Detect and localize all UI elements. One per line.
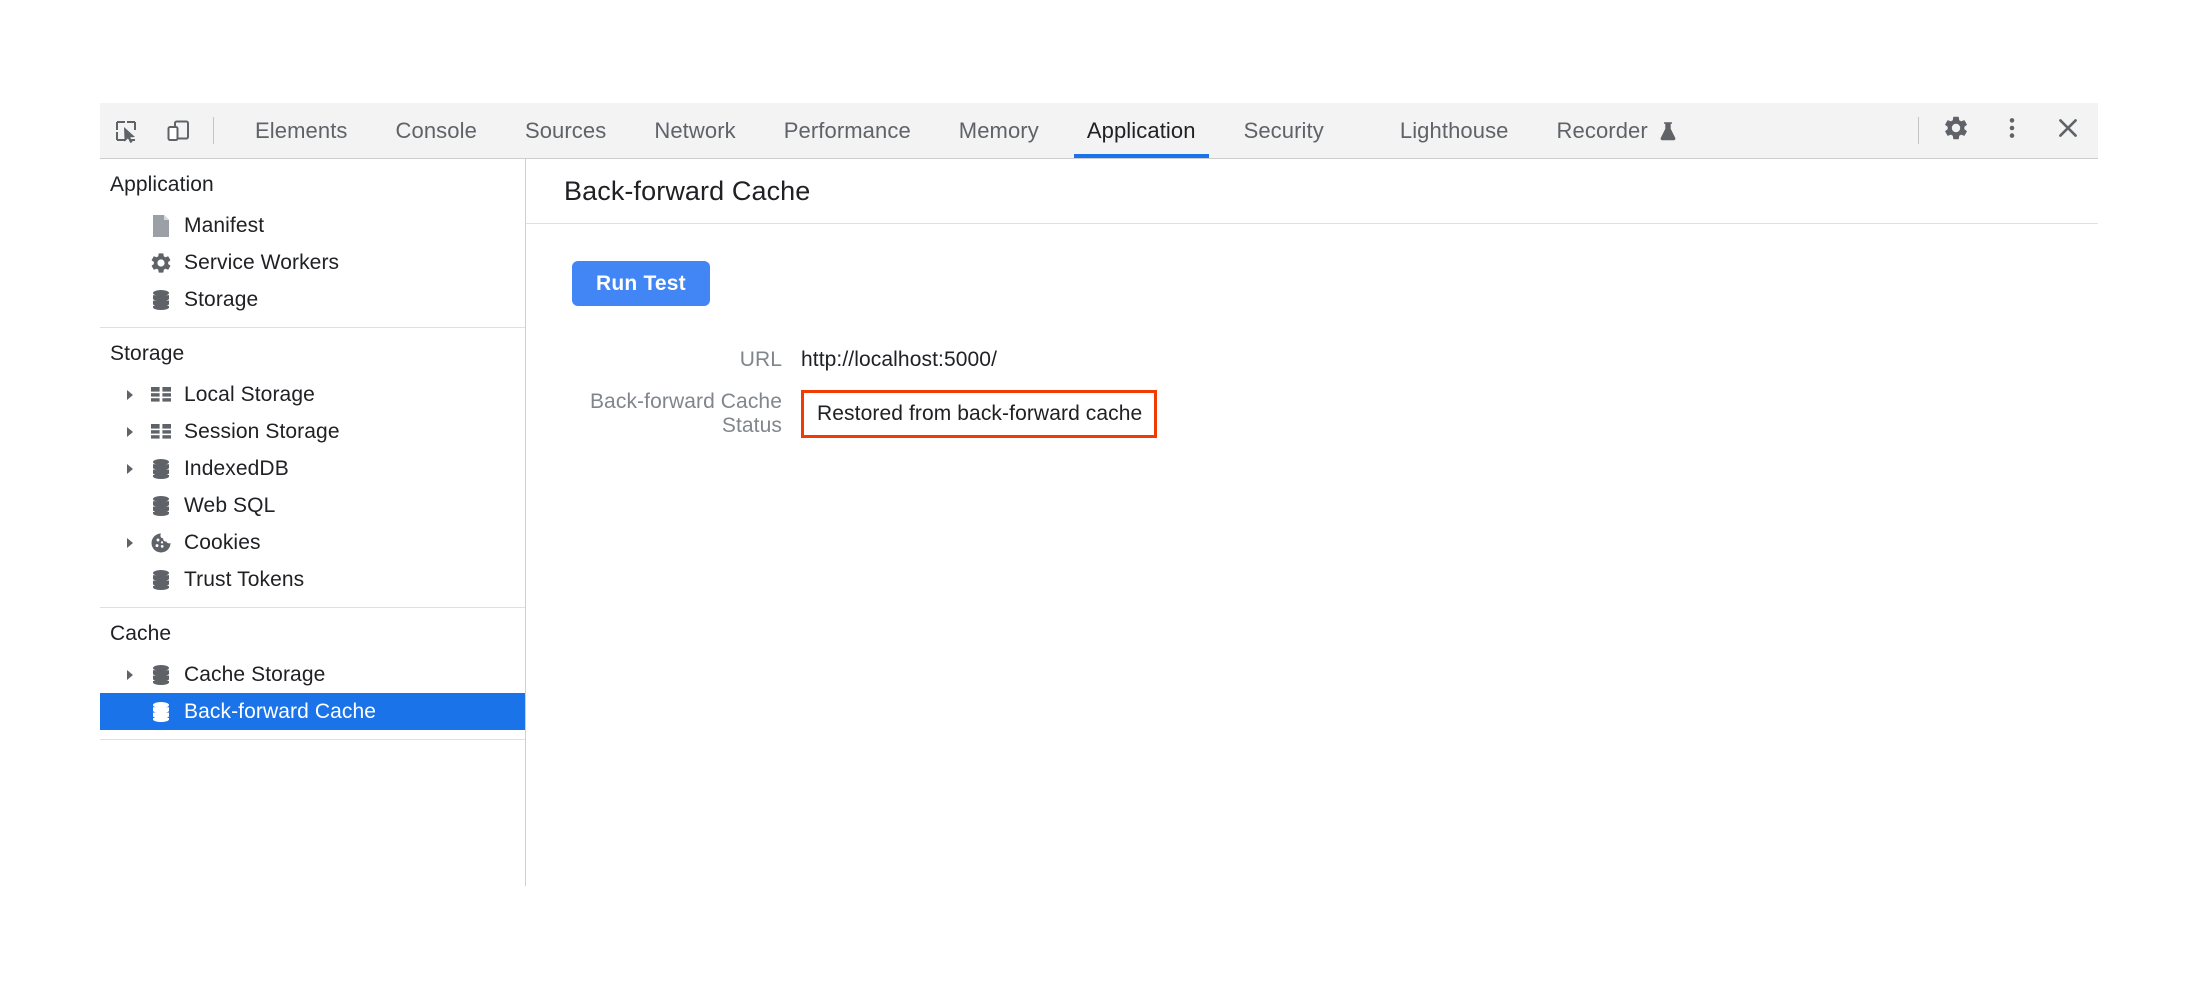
more-vertical-icon — [1999, 115, 2025, 146]
close-devtools-button[interactable] — [2040, 103, 2096, 158]
tab-performance[interactable]: Performance — [760, 103, 935, 158]
inspect-element-button[interactable] — [100, 103, 152, 158]
tab-sources[interactable]: Sources — [501, 103, 630, 158]
tab-label: Memory — [958, 117, 1039, 143]
page-title: Back-forward Cache — [526, 159, 2098, 224]
devtools-toolbar: Elements Console Sources Network Perform… — [100, 103, 2098, 159]
tab-label: Network — [654, 117, 736, 143]
chevron-right-icon[interactable] — [124, 426, 146, 438]
tab-label: Application — [1086, 117, 1196, 143]
chevron-right-icon[interactable] — [124, 389, 146, 401]
gear-icon — [146, 251, 176, 275]
sidebar-item-label: Service Workers — [184, 250, 340, 274]
tab-security[interactable]: Security — [1220, 103, 1348, 158]
panel-tabs: Elements Console Sources Network Perform… — [231, 103, 1909, 158]
sidebar-item-service-workers[interactable]: Service Workers — [100, 244, 525, 281]
sidebar-section-cache: Cache Cache Storage Back-forward Cache — [100, 608, 525, 730]
tab-application[interactable]: Application — [1063, 103, 1220, 158]
sidebar-item-cookies[interactable]: Cookies — [100, 524, 525, 561]
toolbar-actions — [1909, 103, 2096, 158]
sidebar-item-label: Manifest — [184, 213, 265, 237]
document-icon — [146, 214, 176, 238]
sidebar-item-back-forward-cache[interactable]: Back-forward Cache — [100, 693, 525, 730]
status-badge: Restored from back-forward cache — [801, 390, 1158, 438]
sidebar-section-storage: Storage Local Storage Session Storage In… — [100, 328, 525, 598]
tab-label: Security — [1243, 117, 1324, 143]
database-icon — [146, 494, 176, 518]
database-icon — [146, 457, 176, 481]
tab-memory[interactable]: Memory — [935, 103, 1063, 158]
sidebar-section-title: Cache — [110, 622, 172, 645]
inspect-cursor-icon — [113, 118, 139, 144]
table-icon — [146, 422, 176, 442]
sidebar-item-label: Cache Storage — [184, 662, 326, 686]
tab-label: Elements — [255, 117, 348, 143]
database-icon — [146, 568, 176, 592]
tab-label: Lighthouse — [1399, 117, 1509, 143]
toggle-device-toolbar-button[interactable] — [152, 103, 204, 158]
tab-label: Console — [395, 117, 477, 143]
sidebar-item-session-storage[interactable]: Session Storage — [100, 413, 525, 450]
toolbar-separator-left — [213, 117, 214, 144]
report-row-url: URL http://localhost:5000/ — [526, 342, 2098, 378]
tab-elements[interactable]: Elements — [231, 103, 372, 158]
sidebar-item-web-sql[interactable]: Web SQL — [100, 487, 525, 524]
sidebar-item-trust-tokens[interactable]: Trust Tokens — [100, 561, 525, 598]
sidebar-section-application: Application Manifest Service Workers Sto… — [100, 159, 525, 318]
run-test-button[interactable]: Run Test — [572, 261, 710, 306]
tab-label: Sources — [524, 117, 607, 143]
device-toolbar-icon — [165, 118, 191, 144]
tab-lighthouse[interactable]: Lighthouse — [1376, 103, 1533, 158]
sidebar-item-label: Trust Tokens — [184, 567, 305, 591]
sidebar-section-title: Application — [110, 173, 214, 196]
sidebar-item-storage[interactable]: Storage — [100, 281, 525, 318]
devtools-window: Elements Console Sources Network Perform… — [100, 103, 2098, 886]
sidebar-item-indexeddb[interactable]: IndexedDB — [100, 450, 525, 487]
settings-button[interactable] — [1928, 103, 1984, 158]
chevron-right-icon[interactable] — [124, 669, 146, 681]
tab-label: Performance — [783, 117, 911, 143]
tab-recorder[interactable]: Recorder — [1533, 103, 1701, 158]
sidebar-item-label: Local Storage — [184, 382, 315, 406]
sidebar-item-local-storage[interactable]: Local Storage — [100, 376, 525, 413]
tab-network[interactable]: Network — [630, 103, 759, 158]
chevron-right-icon[interactable] — [124, 537, 146, 549]
panel-content: Run Test URL http://localhost:5000/ Back… — [526, 224, 2098, 886]
report-key: Back-forward Cache Status — [589, 390, 782, 437]
sidebar-section-title: Storage — [110, 342, 185, 365]
report-row-status: Back-forward Cache Status Restored from … — [526, 390, 2098, 438]
report-value-url: http://localhost:5000/ — [801, 348, 997, 371]
application-sidebar: Application Manifest Service Workers Sto… — [100, 159, 526, 886]
sidebar-item-label: Storage — [184, 287, 259, 311]
sidebar-item-cache-storage[interactable]: Cache Storage — [100, 656, 525, 693]
cookie-icon — [146, 531, 176, 555]
sidebar-item-label: Back-forward Cache — [184, 699, 377, 723]
toolbar-separator-right — [1918, 117, 1919, 144]
tab-label: Recorder — [1556, 117, 1648, 143]
database-icon — [146, 663, 176, 687]
close-icon — [2055, 115, 2081, 146]
sidebar-item-label: Web SQL — [184, 493, 276, 517]
devtools-body: Application Manifest Service Workers Sto… — [100, 159, 2098, 886]
flask-icon — [1659, 121, 1677, 141]
gear-icon — [1942, 114, 1970, 147]
tab-console[interactable]: Console — [372, 103, 501, 158]
more-options-button[interactable] — [1984, 103, 2040, 158]
sidebar-item-label: IndexedDB — [184, 456, 289, 480]
sidebar-divider — [100, 739, 525, 740]
database-icon — [146, 288, 176, 312]
sidebar-item-label: Session Storage — [184, 419, 340, 443]
report-key: URL — [739, 348, 782, 371]
bfcache-report: URL http://localhost:5000/ Back-forward … — [526, 342, 2098, 438]
sidebar-item-label: Cookies — [184, 530, 261, 554]
chevron-right-icon[interactable] — [124, 463, 146, 475]
back-forward-cache-panel: Back-forward Cache Run Test URL http://l… — [526, 159, 2098, 886]
table-icon — [146, 385, 176, 405]
database-icon — [146, 700, 176, 724]
sidebar-item-manifest[interactable]: Manifest — [100, 207, 525, 244]
